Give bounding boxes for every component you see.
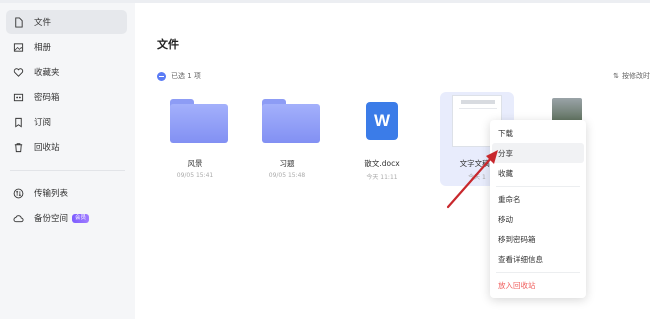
menu-item-move-to-trash[interactable]: 放入回收站 [492, 275, 584, 295]
selected-count: 已选 1 项 [171, 72, 201, 80]
sidebar-item-files[interactable]: 文件 [6, 10, 127, 34]
sidebar-item-label: 备份空间 [34, 214, 69, 224]
sidebar: 文件 相册 收藏夹 密码箱 订阅 回收站 传输列表 备份空间 会员 [0, 3, 135, 319]
sidebar-item-backup[interactable]: 备份空间 会员 [6, 206, 127, 230]
sort-icon: ⇅ [613, 72, 619, 80]
menu-divider [496, 272, 580, 273]
folder-icon [170, 98, 228, 144]
file-date: 今天 11:11 [366, 174, 398, 181]
sidebar-item-subscribe[interactable]: 订阅 [6, 110, 127, 134]
heart-icon [12, 66, 24, 78]
sidebar-item-trash[interactable]: 回收站 [6, 135, 127, 159]
menu-item-download[interactable]: 下载 [492, 123, 584, 143]
safe-icon [12, 91, 24, 103]
file-item[interactable]: 风景 09/05 15:41 [158, 98, 232, 186]
trash-icon [12, 141, 24, 153]
file-item[interactable]: 习题 09/05 15:48 [250, 98, 324, 186]
transfer-icon [12, 187, 24, 199]
sidebar-item-label: 文件 [34, 18, 52, 28]
sidebar-item-label: 密码箱 [34, 93, 60, 103]
file-date: 09/05 15:48 [268, 172, 306, 179]
file-item[interactable]: W 散文.docx 今天 11:11 [345, 98, 419, 186]
folder-icon [262, 98, 320, 144]
sidebar-item-favorites[interactable]: 收藏夹 [6, 60, 127, 84]
photo-icon [12, 41, 24, 53]
sidebar-item-label: 传输列表 [34, 189, 69, 199]
annotation-arrow [446, 150, 498, 209]
sidebar-divider [10, 170, 125, 171]
sort-button[interactable]: ⇅ 按修改时 [613, 71, 650, 81]
selection-bar: 已选 1 项 [157, 71, 201, 81]
sidebar-item-label: 回收站 [34, 143, 60, 153]
sidebar-item-transfer[interactable]: 传输列表 [6, 181, 127, 205]
sidebar-item-label: 收藏夹 [34, 68, 60, 78]
file-name: 风景 [187, 159, 203, 168]
sidebar-item-album[interactable]: 相册 [6, 35, 127, 59]
word-doc-icon: W [366, 102, 398, 140]
vip-badge: 会员 [72, 213, 90, 223]
menu-item-move-to-safe[interactable]: 移到密码箱 [492, 229, 584, 249]
sidebar-item-label: 订阅 [34, 118, 52, 128]
file-icon [12, 16, 24, 28]
menu-item-details[interactable]: 查看详细信息 [492, 249, 584, 269]
page-title: 文件 [157, 38, 179, 51]
cloud-icon [12, 212, 24, 224]
bookmark-icon [12, 116, 24, 128]
sidebar-item-safe[interactable]: 密码箱 [6, 85, 127, 109]
sort-label: 按修改时 [622, 72, 650, 80]
file-name: 散文.docx [364, 159, 400, 168]
deselect-icon[interactable] [157, 71, 166, 81]
sidebar-item-label: 相册 [34, 43, 52, 53]
file-name: 习题 [279, 159, 295, 168]
file-date: 09/05 15:41 [176, 172, 214, 179]
